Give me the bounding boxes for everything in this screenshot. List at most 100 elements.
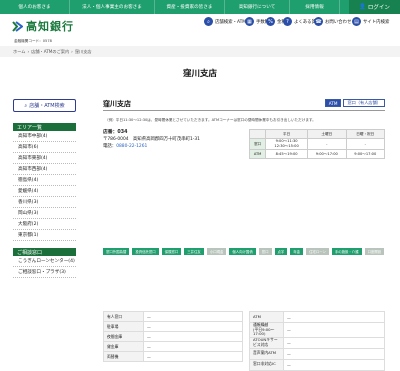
business-hours-table: 平日 土曜日 日曜・祝日 窓口 9:00～11:30 12:30～15:00 -… [248,129,386,159]
area-item[interactable]: 徳島県(4) [13,175,76,186]
consult-item[interactable]: こうぎんローンセンター(4) [13,256,76,267]
area-item[interactable]: 大阪府(2) [13,219,76,230]
table-row: 窓口非対応IC — [249,358,385,371]
branch-info: 店番：034 〒786-0004 高知県高岡郡四万十町茂串町1-31 電話：08… [103,129,223,150]
nav-personal[interactable]: 個人のお客さま [0,0,70,14]
service-badge: 保険窓口 [161,248,182,255]
facility-label: ATOUNキサービス対応 [249,336,284,349]
store-search-label: 店舗・ATM検索 [29,103,65,109]
service-badge: 小口現金 [206,248,227,255]
breadcrumb-home[interactable]: ホーム [13,49,25,55]
table-row: 通帳繰越 (平日9:00～17:00) — [249,322,385,338]
table-row: 両替機 — [103,351,243,362]
area-item[interactable]: 高知市中部(4) [13,131,76,142]
hours-header: 平日 [265,129,309,139]
question-icon: ? [283,17,292,26]
table-row: 駐車場 — [103,321,243,332]
table-row: ATM — [249,311,385,323]
sidebar: ⌕ 店舗・ATM検索 エリア一覧 高知市中部(4) 高知市(6) 高知市東部(4… [13,99,76,278]
hours-header: 日曜・祝日 [345,129,386,139]
login-label: ログイン [367,5,390,11]
service-badge: 窓口 [258,248,272,255]
facility-value: — [143,321,243,332]
facility-label: ATM [249,311,284,323]
login-button[interactable]: 👤 ログイン [349,0,400,14]
facility-value: — [283,336,385,349]
facility-label: 両替機 [103,351,144,362]
facility-label: 夜間金庫 [103,331,144,342]
service-badge: 手の施設・介護 [331,248,362,255]
nav-recruit[interactable]: 採用情報 [290,0,340,14]
phone-label: 電話： [103,144,117,149]
area-heading: エリア一覧 [13,123,76,131]
service-badges: 窓口外国為替 投資信託窓口 保険窓口 三井住友 小口現金 個人向け国債 窓口 点… [103,248,385,255]
facility-label: 貸金庫 [103,341,144,352]
hours-weekday: 9:00～11:30 12:30～15:00 [265,138,309,150]
page-title: 窪川支店 [182,69,217,79]
search-icon: ⌕ [204,17,213,26]
facility-value: — [143,341,243,352]
bank-name: 高知銀行 [26,20,74,33]
service-badge: 投資信託窓口 [132,248,159,255]
area-list: 高知市中部(4) 高知市(6) 高知市東部(4) 高知市西部(4) 徳島県(4)… [13,131,76,241]
store-search-button[interactable]: ⌕ 店舗・ATM検索 [13,99,76,112]
table-row: ATOUNキサービス対応 — [249,336,385,349]
header-nav-site-search[interactable]: ▤ サイト内検索 [352,17,389,26]
area-item[interactable]: 高知市東部(4) [13,153,76,164]
staffed-tag: 窓口（有人店舗） [343,99,385,107]
service-badge: 三井住友 [184,248,204,255]
facility-value: — [283,347,385,360]
breadcrumb-store-info[interactable]: 店舗・ATMのご案内 [31,49,69,55]
branch-phone: 電話：0880-22-1261 [103,143,223,150]
branch-code: 店番：034 [103,130,128,135]
facility-value: — [283,358,385,371]
consult-item[interactable]: ご相談窓口・プラザ(3) [13,267,76,278]
area-item[interactable]: 香川県(3) [13,197,76,208]
facility-value: — [283,322,385,338]
facility-value: — [143,311,243,322]
hours-saturday: 9:00～17:00 [307,149,347,159]
nav-business[interactable]: 法人・個人事業主のお客さま [70,0,155,14]
bank-logo-icon [12,20,23,32]
area-item[interactable]: 高知市西部(4) [13,164,76,175]
header-nav-label: お問い合わせ [325,19,352,25]
service-badge: 口座開設 [364,248,385,255]
branch-address: 〒786-0004 高知県高岡郡四万十町茂串町1-31 [103,137,200,142]
table-row: 有人窓口 — [103,311,243,322]
facility-value: — [143,331,243,342]
breadcrumb-separator: › [71,49,73,54]
sitemap-icon: ▤ [352,17,361,26]
calendar-icon: ▦ [245,17,254,26]
consult-heading: ご相談窓口 [13,248,76,256]
bank-code: 金融機関コード：0578 [14,39,52,43]
facility-label: 音声案内ATM [249,347,284,360]
facility-label: 窓口非対応IC [249,358,284,371]
facility-value: — [283,311,385,323]
header-nav-store-search[interactable]: ⌕ 店舗検索・ATM [204,17,246,26]
nav-about[interactable]: 高知銀行について [225,0,290,14]
area-item[interactable]: 東京都(1) [13,230,76,241]
facility-table-left: 有人窓口 — 駐車場 — 夜間金庫 — 貸金庫 — 両替機 — [103,311,243,362]
hours-header [248,129,267,139]
search-icon: ⌕ [24,102,28,109]
hours-row-label: 窓口 [248,138,267,150]
header-nav-label: サイト内検索 [363,19,390,25]
area-item[interactable]: 高知市(6) [13,142,76,153]
area-item[interactable]: 愛媛県(4) [13,186,76,197]
breadcrumb-current: 窪川支店 [74,48,92,54]
phone-link[interactable]: 0880-22-1261 [116,144,147,149]
service-badge: 年金 [290,248,304,255]
hours-sunday: 9:00～17:00 [345,149,386,159]
branch-name: 窪川支店 [103,100,131,108]
phone-icon: ☎ [314,17,323,26]
nav-investors[interactable]: 資産・投資家の皆さま [155,0,225,14]
logo[interactable]: 高知銀行 [12,18,74,34]
hours-row-label: ATM [248,149,267,159]
top-navigation: 個人のお客さま 法人・個人事業主のお客さま 資産・投資家の皆さま 高知銀行につい… [0,0,400,14]
notice-text: （例）平日11:30～12:30は、昼時間休業とさせていただきます。ATMコーナ… [105,118,316,122]
header-nav-contact[interactable]: ☎ お問い合わせ [314,17,351,26]
area-item[interactable]: 岡山県(3) [13,208,76,219]
facility-label: 駐車場 [103,321,144,332]
hours-weekday: 8:45～19:00 [265,149,309,159]
branch-tags: ATM 窓口（有人店舗） [324,99,385,107]
